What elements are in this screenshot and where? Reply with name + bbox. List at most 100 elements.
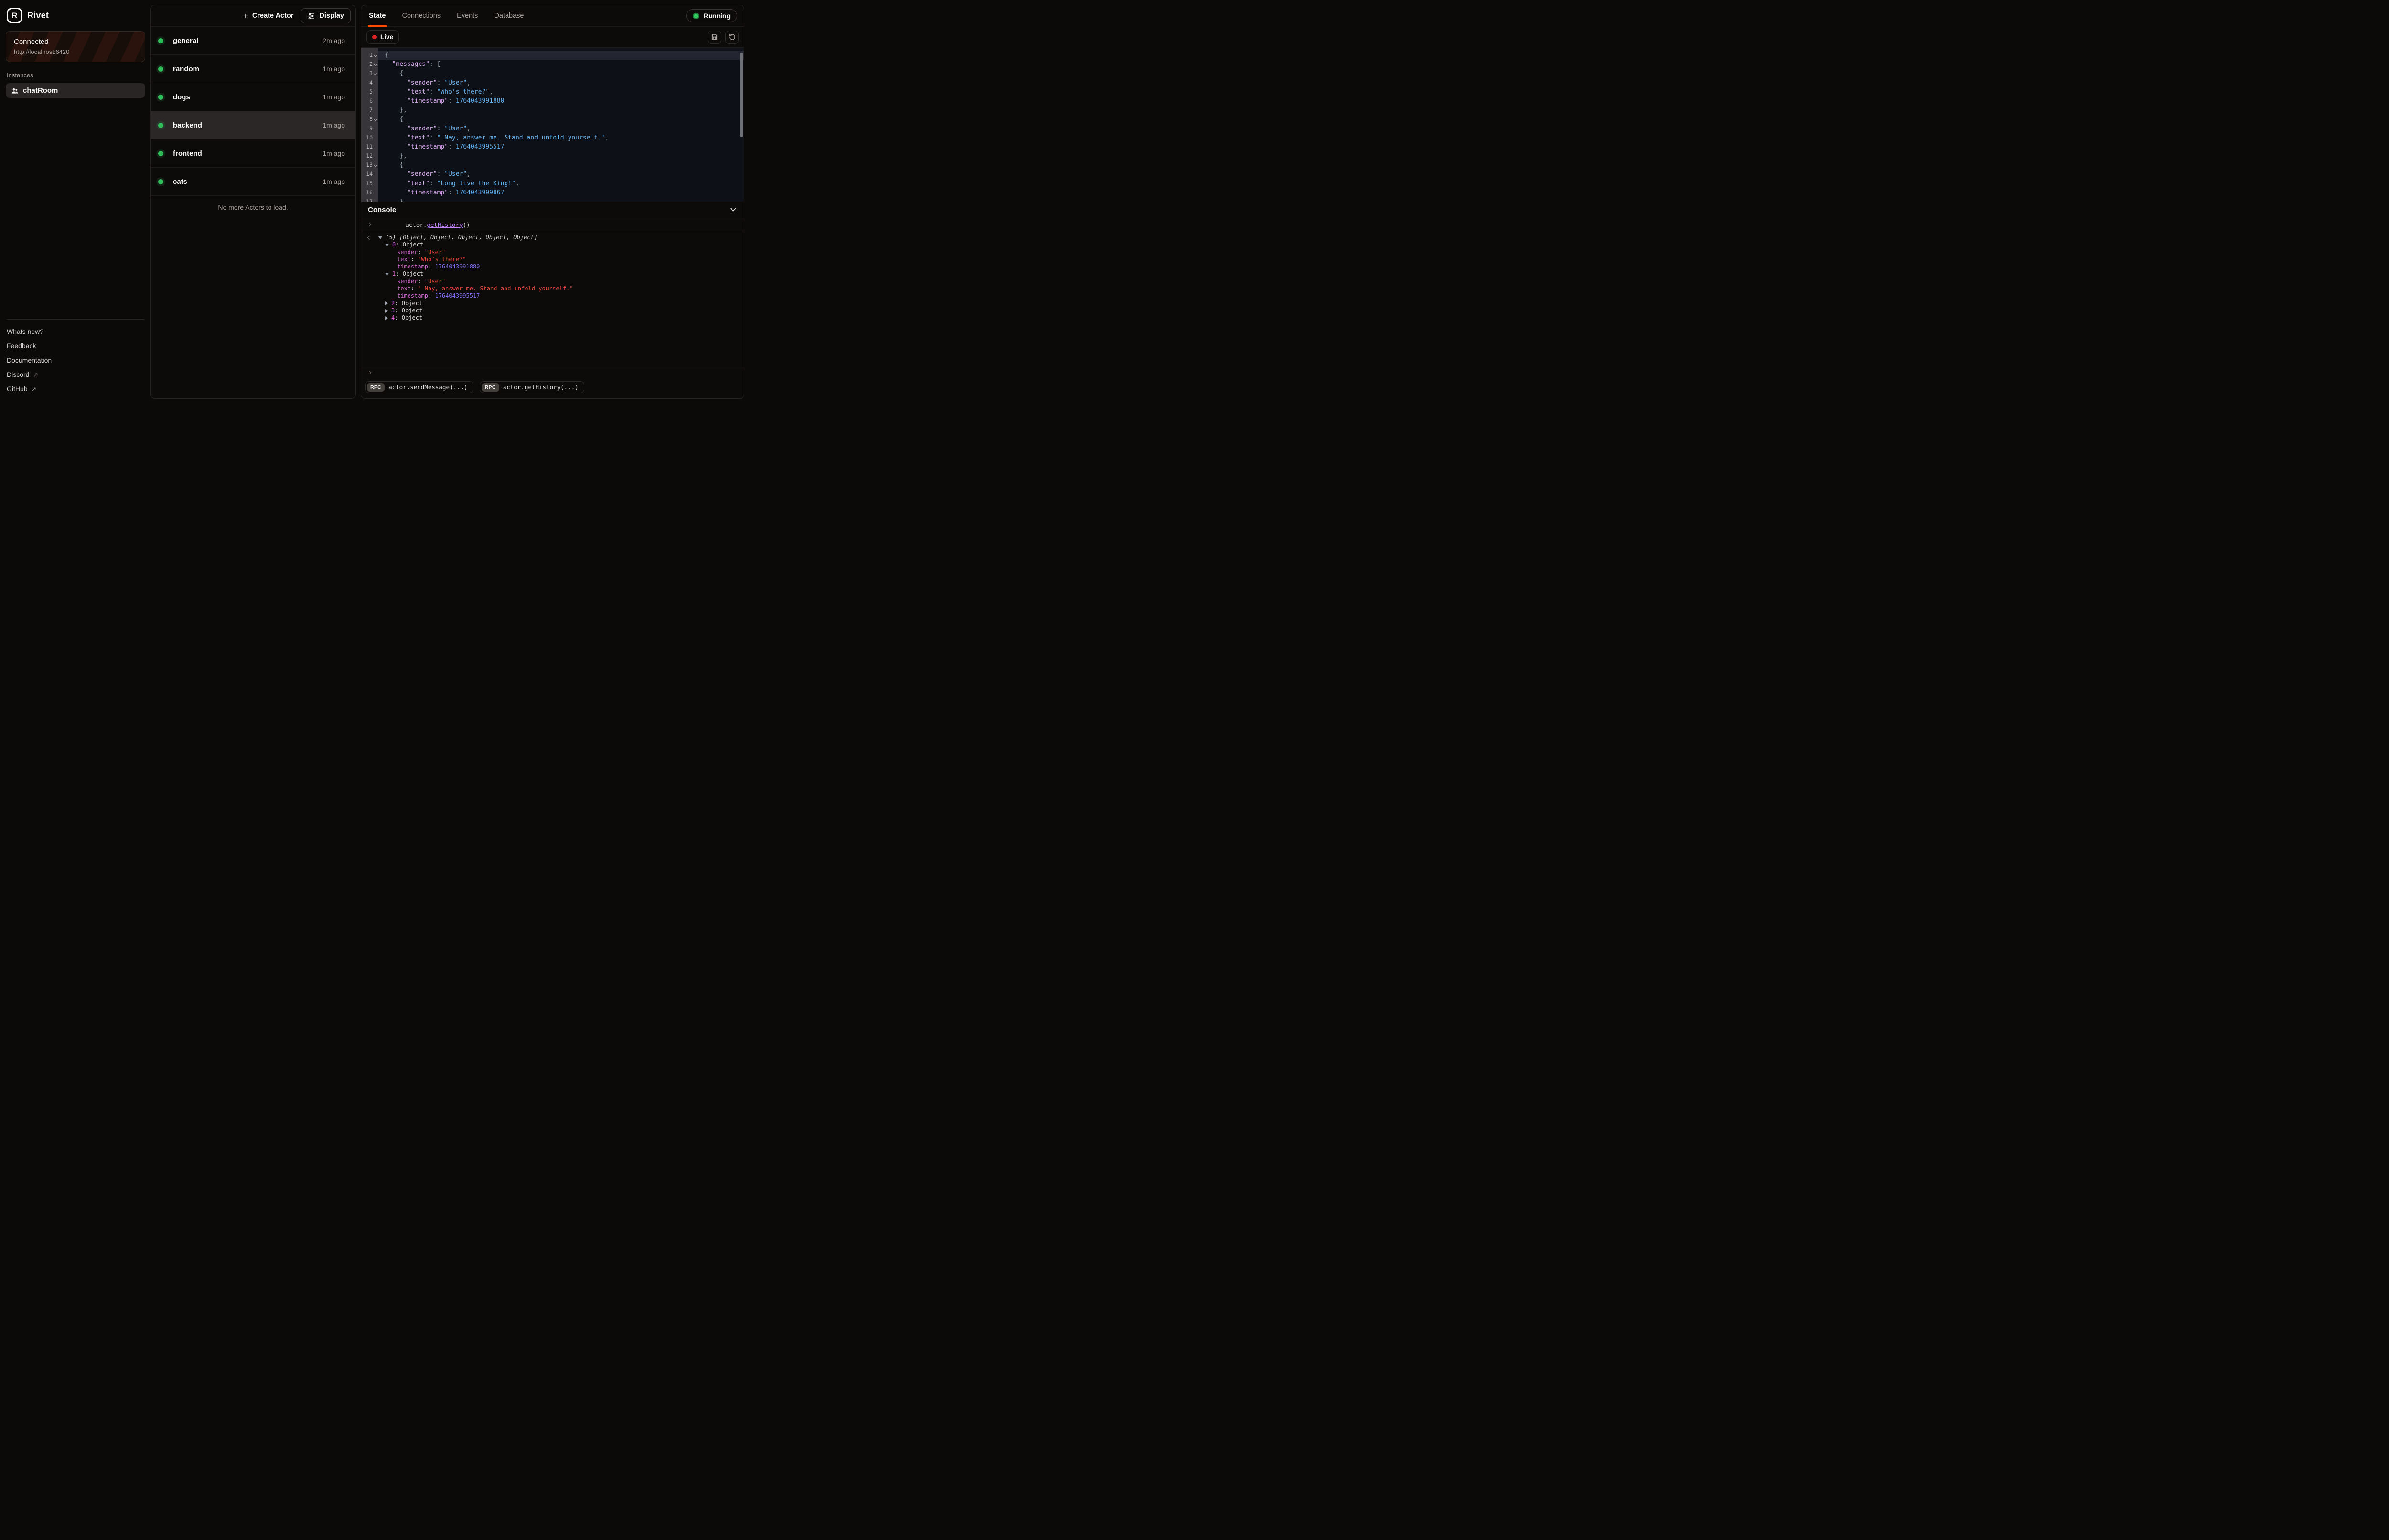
prop-separator: :	[428, 263, 435, 270]
json-punctuation: {	[399, 116, 403, 123]
json-string: "Long live the King!"	[437, 180, 516, 187]
code-content: {	[378, 160, 403, 170]
code-content: "text": " Nay, answer me. Stand and unfo…	[378, 133, 609, 142]
rpc-shortcut-actor-sendmessage[interactable]: RPCactor.sendMessage(...)	[365, 381, 473, 393]
line-number: 17	[361, 197, 373, 202]
json-punctuation: :	[437, 171, 445, 178]
code-content: }	[378, 197, 403, 202]
revert-button[interactable]	[725, 31, 739, 44]
expanded-arrow-icon[interactable]	[385, 244, 389, 246]
display-button[interactable]: Display	[301, 8, 351, 23]
prop-key: timestamp	[397, 263, 428, 270]
rpc-shortcut-actor-gethistory[interactable]: RPCactor.getHistory(...)	[480, 381, 584, 393]
command-args: ()	[463, 221, 470, 228]
fold-spacer	[373, 170, 378, 179]
live-badge: Live	[366, 30, 399, 44]
code-content: "text": "Who’s there?",	[378, 87, 493, 96]
code-content: "sender": "User",	[378, 78, 471, 87]
actor-last-active: 1m ago	[323, 65, 345, 73]
json-key: "timestamp"	[407, 97, 448, 105]
fold-toggle[interactable]	[373, 60, 378, 69]
tab-state[interactable]: State	[368, 5, 387, 26]
line-number: 11	[361, 142, 373, 151]
expanded-arrow-icon[interactable]	[385, 273, 389, 276]
editor-line-1: 1{	[361, 51, 744, 60]
sliders-icon	[308, 12, 315, 20]
save-button[interactable]	[708, 31, 721, 44]
tab-connections[interactable]: Connections	[401, 5, 441, 26]
fold-spacer	[373, 188, 378, 197]
actor-row-dogs[interactable]: dogs 1m ago	[151, 83, 355, 111]
line-number: 9	[361, 124, 373, 133]
footer-link-discord[interactable]: Discord ↗	[6, 367, 145, 382]
collapsed-arrow-icon[interactable]	[385, 301, 388, 305]
prop-value: "Who’s there?"	[418, 256, 466, 263]
actors-panel-header: + Create Actor Display	[151, 5, 355, 27]
tree-separator: :	[395, 314, 401, 321]
line-number: 15	[361, 179, 373, 188]
result-summary-text: (5) [Object, Object, Object, Object, Obj…	[386, 234, 538, 241]
instances-list: chatRoom	[6, 83, 145, 98]
tree-value: Object	[402, 307, 422, 314]
footer-link-documentation[interactable]: Documentation	[6, 353, 145, 367]
tree-index: 2	[391, 300, 395, 307]
actor-name: backend	[173, 121, 202, 129]
tab-database[interactable]: Database	[493, 5, 525, 26]
footer-link-label: Discord	[7, 371, 29, 378]
actor-row-backend[interactable]: backend1m ago	[151, 111, 355, 139]
chevron-down-icon[interactable]	[730, 205, 736, 212]
prop-separator: :	[418, 278, 424, 285]
footer-link-github[interactable]: GitHub↗	[6, 382, 145, 396]
line-number: 12	[361, 151, 373, 160]
prop-value: "User"	[425, 278, 445, 285]
expanded-arrow-icon[interactable]	[378, 236, 382, 239]
json-key: "timestamp"	[407, 143, 448, 150]
users-icon	[11, 87, 19, 95]
console-tree-item-4: 4: Object	[361, 314, 744, 321]
json-punctuation: {	[385, 52, 388, 59]
rpc-shortcut-label: actor.sendMessage(...)	[388, 384, 468, 391]
console-tree-item-2: 2: Object	[361, 300, 744, 307]
actor-row-frontend[interactable]: frontend1m ago	[151, 139, 355, 168]
collapsed-arrow-icon[interactable]	[385, 309, 388, 313]
instance-item-chatroom[interactable]: chatRoom	[6, 83, 145, 98]
actor-row-cats[interactable]: cats1m ago	[151, 168, 355, 196]
running-dot-icon	[693, 13, 699, 19]
code-content: {	[378, 51, 388, 60]
actor-row-random[interactable]: random1m ago	[151, 55, 355, 83]
actor-last-active: 1m ago	[323, 93, 345, 101]
editor-scrollbar[interactable]	[740, 53, 743, 137]
console-history-command: actor.getHistory()	[361, 218, 744, 231]
connection-url: http://localhost:6420	[14, 48, 137, 55]
display-label: Display	[319, 12, 344, 20]
console-input[interactable]	[361, 367, 744, 377]
actor-list: general2m agorandom1m ago dogs 1m ago backe…	[151, 27, 355, 196]
actor-name: dogs	[173, 93, 190, 101]
tab-events[interactable]: Events	[456, 5, 479, 26]
collapsed-arrow-icon[interactable]	[385, 316, 388, 320]
actor-row-general[interactable]: general2m ago	[151, 27, 355, 55]
actor-name: frontend	[173, 150, 202, 158]
json-key: "text"	[407, 180, 430, 187]
external-link-icon: ↗	[33, 371, 38, 378]
json-punctuation: :	[448, 189, 456, 196]
tree-value: Object	[402, 314, 422, 321]
create-actor-button[interactable]: + Create Actor	[238, 9, 298, 23]
fold-spacer	[373, 197, 378, 202]
footer-link-whats-new[interactable]: Whats new?	[6, 324, 145, 339]
editor-line-14: 14"sender": "User",	[361, 170, 744, 179]
state-json-editor[interactable]: 1{2"messages": [3{4"sender": "User",5"te…	[361, 48, 744, 202]
console-output: (5) [Object, Object, Object, Object, Obj…	[361, 231, 744, 367]
json-punctuation: :	[448, 97, 456, 105]
json-punctuation: ,	[467, 125, 471, 132]
json-key: "sender"	[407, 79, 437, 86]
footer-link-feedback[interactable]: Feedback	[6, 339, 145, 353]
tree-index: 4	[391, 314, 395, 321]
rivet-logo-icon[interactable]: R	[7, 8, 22, 23]
fold-toggle[interactable]	[373, 115, 378, 124]
fold-toggle[interactable]	[373, 160, 378, 170]
fold-toggle[interactable]	[373, 51, 378, 60]
code-content: "timestamp": 1764043999867	[378, 188, 504, 197]
fold-toggle[interactable]	[373, 69, 378, 78]
fold-spacer	[373, 142, 378, 151]
